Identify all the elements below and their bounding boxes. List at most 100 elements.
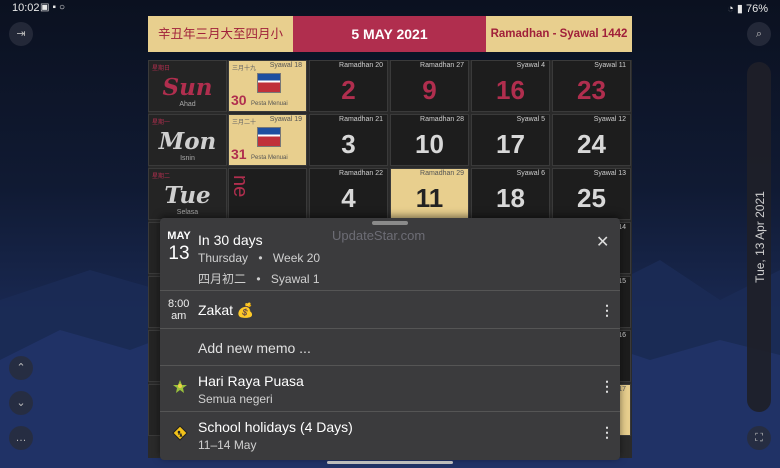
hijri-date: Syawal 18: [269, 62, 302, 69]
date-number: 16: [496, 75, 525, 105]
separator: •: [256, 272, 261, 286]
hijri-date: Ramadhan 27: [420, 62, 464, 69]
sabah-flag-icon: [257, 127, 281, 147]
day-cn: 星期一: [152, 120, 171, 126]
calendar-header: 辛丑年三月大至四月小 5 MAY 2021 Ramadhan - Syawal …: [148, 16, 632, 52]
islamic-month-label[interactable]: Ramadhan - Syawal 1442: [486, 16, 632, 52]
hijri-date: Ramadhan 21: [339, 116, 383, 123]
day-sub: Selasa: [176, 209, 199, 216]
chevron-down-icon[interactable]: ⌄: [9, 391, 33, 415]
day-detail-sheet: UpdateStar.com MAY 13 In 30 days Thursda…: [160, 218, 620, 460]
sheet-title: In 30 days: [198, 232, 263, 248]
date-number: 10: [415, 129, 444, 159]
sheet-weekday-row: Thursday • Week 20: [198, 251, 320, 265]
lunar-date: 三月十九: [232, 66, 257, 72]
chevron-up-icon[interactable]: ⌃: [9, 356, 33, 380]
date-number: 23: [577, 75, 606, 105]
hijri-date: Syawal 4: [516, 62, 545, 69]
battery-level: 76%: [745, 3, 768, 15]
hijri-date: Ramadhan 22: [339, 170, 383, 177]
sheet-drag-handle[interactable]: [372, 221, 408, 225]
hijri-date: Syawal 11: [594, 62, 626, 69]
hijri-date: Syawal 5: [516, 116, 545, 123]
event-more-icon[interactable]: ⋮: [600, 378, 614, 395]
date-number: 11: [415, 183, 444, 213]
memo-more-icon[interactable]: ⋮: [600, 302, 614, 319]
memo-title: Zakat 💰: [198, 302, 255, 318]
event-row[interactable]: Hari Raya Puasa Semua negeri ⋮: [160, 365, 620, 411]
date-cell[interactable]: Syawal 12 24: [552, 114, 631, 166]
more-horizontal-icon[interactable]: …: [9, 426, 33, 450]
date-number: 17: [496, 129, 525, 159]
date-cell[interactable]: Syawal 6 18: [471, 168, 550, 220]
date-cell[interactable]: Syawal 4 16: [471, 60, 550, 112]
hijri-date: Ramadhan 20: [339, 62, 383, 69]
date-cell[interactable]: 三月二十 Syawal 19 31 Pesta Menuai: [228, 114, 307, 166]
add-memo-label[interactable]: Add new memo ...: [198, 340, 311, 356]
wifi-icon: ◔: [727, 3, 734, 15]
battery-icon: ▮: [736, 3, 743, 15]
event-row[interactable]: School holidays (4 Days) 11–14 May ⋮: [160, 411, 620, 457]
hijri-date: Syawal 12: [593, 116, 626, 123]
school-sign-icon: [172, 425, 188, 441]
holiday-label: Pesta Menuai: [251, 101, 288, 107]
status-right: ◔ ▮ 76%: [727, 2, 768, 15]
event-more-icon[interactable]: ⋮: [600, 424, 614, 441]
date-number: 30: [231, 92, 247, 108]
hijri-date-label: Syawal 1: [270, 272, 320, 286]
event-subtitle: 11–14 May: [198, 438, 257, 452]
hijri-date: Ramadhan 29: [420, 170, 464, 177]
date-cell[interactable]: Ramadhan 21 3: [309, 114, 388, 166]
event-title: Hari Raya Puasa: [198, 373, 304, 389]
sheet-day: 13: [168, 243, 190, 264]
day-cn: 星期日: [152, 66, 171, 72]
gesture-nav-bar[interactable]: [327, 461, 453, 464]
date-cell[interactable]: Syawal 13 25: [552, 168, 631, 220]
status-notification-icons: ▣▪○: [40, 2, 69, 13]
date-cell[interactable]: Ramadhan 27 9: [390, 60, 469, 112]
weekday-label: Thursday: [198, 251, 249, 265]
date-number: 18: [496, 183, 525, 213]
date-number: 4: [341, 183, 356, 213]
date-cell[interactable]: Ramadhan 28 10: [390, 114, 469, 166]
date-cell[interactable]: Ramadhan 20 2: [309, 60, 388, 112]
sabah-flag-icon: [257, 73, 281, 93]
event-title: School holidays (4 Days): [198, 419, 353, 435]
date-number: 9: [422, 75, 437, 105]
event-subtitle: Semua negeri: [198, 392, 273, 406]
close-icon[interactable]: ✕: [596, 232, 609, 252]
status-time: 10:02: [12, 2, 40, 14]
search-icon[interactable]: ⌕: [747, 22, 771, 46]
date-cell[interactable]: ne: [228, 168, 307, 220]
add-memo-row[interactable]: Add new memo ...: [160, 328, 620, 365]
date-cell[interactable]: Ramadhan 22 4: [309, 168, 388, 220]
watermark: UpdateStar.com: [332, 228, 426, 243]
date-cell[interactable]: 三月十九 Syawal 18 30 Pesta Menuai: [228, 60, 307, 112]
date-number: 31: [231, 146, 247, 162]
day-label-sun: 星期日 Sun Ahad: [148, 60, 227, 112]
sheet-date-block: MAY 13: [166, 230, 192, 265]
date-cell[interactable]: Syawal 11 23: [552, 60, 631, 112]
day-label-mon: 星期一 Mon Isnin: [148, 114, 227, 166]
date-number: 24: [577, 129, 606, 159]
side-vertical-date: Tue, 13 Apr 2021: [753, 191, 767, 283]
sheet-month: MAY: [167, 230, 191, 242]
hijri-date: Syawal 19: [269, 116, 302, 123]
day-cn: 星期二: [152, 174, 171, 180]
day-sub: Isnin: [180, 155, 195, 162]
vertical-label: ne: [229, 175, 251, 198]
current-date-label[interactable]: 5 MAY 2021: [293, 16, 486, 52]
date-number: 3: [341, 129, 356, 159]
chinese-month-label[interactable]: 辛丑年三月大至四月小: [148, 16, 293, 52]
day-name: Mon: [158, 128, 217, 155]
memo-row[interactable]: 8:00 am Zakat 💰 ⋮: [160, 290, 620, 328]
sheet-dates-row: 四月初二 • Syawal 1: [198, 270, 320, 287]
separator: •: [258, 251, 263, 265]
lunar-date: 三月二十: [232, 120, 257, 126]
fullscreen-icon[interactable]: ⛶: [747, 426, 771, 450]
date-cell-today[interactable]: Ramadhan 29 11: [390, 168, 469, 220]
date-cell[interactable]: Syawal 5 17: [471, 114, 550, 166]
holiday-label: Pesta Menuai: [251, 155, 288, 161]
exit-icon[interactable]: ⇥: [9, 22, 33, 46]
hijri-date: Ramadhan 28: [420, 116, 464, 123]
